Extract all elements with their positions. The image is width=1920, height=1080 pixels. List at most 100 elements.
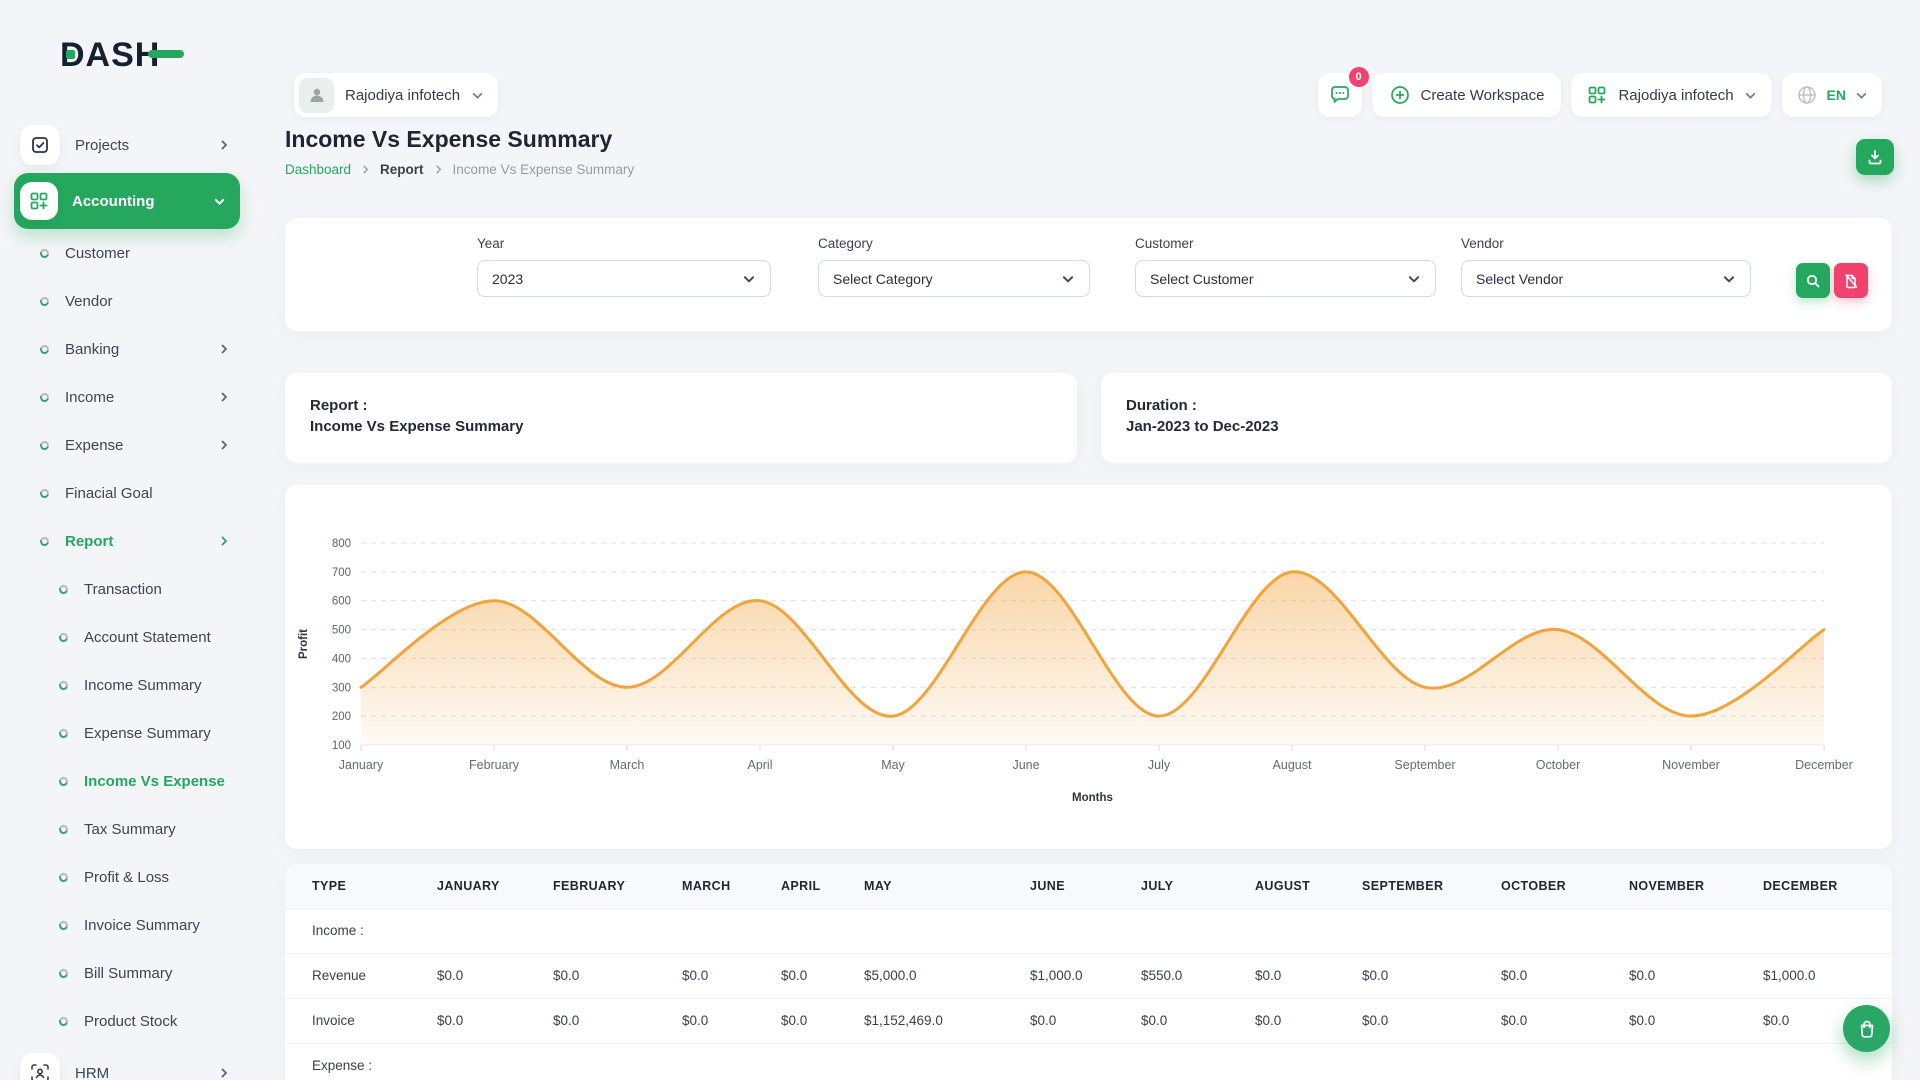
logo-dot-icon <box>66 50 75 59</box>
sidebar-item-bill-summary[interactable]: Bill Summary <box>0 949 246 997</box>
svg-text:500: 500 <box>332 625 351 637</box>
download-button[interactable] <box>1856 139 1894 175</box>
sidebar-item-profit-loss[interactable]: Profit & Loss <box>0 853 246 901</box>
column-header-september: SEPTEMBER <box>1335 864 1474 908</box>
duration-summary-card: Duration : Jan-2023 to Dec-2023 <box>1101 373 1892 463</box>
org-selector[interactable]: Rajodiya infotech <box>1571 73 1771 117</box>
sidebar-item-tax-summary[interactable]: Tax Summary <box>0 805 246 853</box>
donut-icon <box>58 775 70 787</box>
chart-card: 100200300400500600700800JanuaryFebruaryM… <box>285 485 1892 849</box>
report-summary-card: Report : Income Vs Expense Summary <box>285 373 1077 463</box>
sidebar-item-label: Expense Summary <box>84 725 211 742</box>
sidebar-item-income-vs-expense[interactable]: Income Vs Expense <box>0 757 246 805</box>
donut-icon <box>58 823 70 835</box>
sidebar-item-vendor[interactable]: Vendor <box>0 277 246 325</box>
sidebar-item-income[interactable]: Income <box>0 373 246 421</box>
table-section-row: Expense : <box>285 1043 1892 1080</box>
chevron-down-icon <box>1407 272 1421 286</box>
workspace-avatar <box>299 78 334 113</box>
summary-table-card: TYPEJANUARYFEBRUARYMARCHAPRILMAYJUNEJULY… <box>285 864 1892 1080</box>
column-header-february: FEBRUARY <box>526 864 655 908</box>
apply-filter-button[interactable] <box>1796 263 1830 298</box>
svg-text:June: June <box>1012 758 1039 772</box>
sidebar-item-expense[interactable]: Expense <box>0 421 246 469</box>
table-header-row: TYPEJANUARYFEBRUARYMARCHAPRILMAYJUNEJULY… <box>285 864 1892 908</box>
donut-icon <box>58 871 70 883</box>
language-selector[interactable]: EN <box>1782 73 1882 117</box>
chevron-right-icon <box>218 391 230 403</box>
logo-dash-icon <box>148 50 184 58</box>
messenger-button[interactable]: 0 <box>1318 73 1362 117</box>
chevron-down-icon <box>1722 272 1736 286</box>
sidebar-item-label: Tax Summary <box>84 821 176 838</box>
cell-value: $0.0 <box>754 998 837 1043</box>
message-count-badge: 0 <box>1349 67 1369 87</box>
cell-value: $0.0 <box>754 953 837 998</box>
app-logo[interactable]: DASH <box>0 0 246 110</box>
sidebar-item-product-stock[interactable]: Product Stock <box>0 997 246 1045</box>
sidebar-item-invoice-summary[interactable]: Invoice Summary <box>0 901 246 949</box>
x-axis-title: Months <box>1072 792 1113 804</box>
sidebar-item-label: Account Statement <box>84 629 211 646</box>
svg-text:December: December <box>1795 758 1853 772</box>
donut-icon <box>39 295 51 307</box>
chevron-right-icon <box>218 439 230 451</box>
sidebar-item-label: Income Summary <box>84 677 202 694</box>
sidebar-item-label: Bill Summary <box>84 965 172 982</box>
column-header-august: AUGUST <box>1228 864 1335 908</box>
sidebar-item-finacial-goal[interactable]: Finacial Goal <box>0 469 246 517</box>
app-logo-text: DASH <box>60 36 160 75</box>
create-workspace-label: Create Workspace <box>1421 87 1545 104</box>
donut-icon <box>39 343 51 355</box>
sidebar-item-label: Projects <box>75 137 129 154</box>
year-label: Year <box>477 236 771 251</box>
sidebar-item-account-statement[interactable]: Account Statement <box>0 613 246 661</box>
svg-text:800: 800 <box>332 538 351 550</box>
report-card-value: Income Vs Expense Summary <box>310 418 1077 435</box>
vendor-field: Vendor Select Vendor <box>1461 236 1751 297</box>
sidebar-item-banking[interactable]: Banking <box>0 325 246 373</box>
donut-icon <box>58 967 70 979</box>
chart-x-axis: JanuaryFebruaryMarchAprilMayJuneJulyAugu… <box>339 745 1853 772</box>
customer-select[interactable]: Select Customer <box>1135 260 1436 297</box>
chat-bubble-icon <box>1328 83 1352 107</box>
sidebar-item-transaction[interactable]: Transaction <box>0 565 246 613</box>
download-icon <box>1866 148 1884 166</box>
breadcrumb-report[interactable]: Report <box>380 162 424 177</box>
sidebar-item-income-summary[interactable]: Income Summary <box>0 661 246 709</box>
donut-icon <box>39 247 51 259</box>
sidebar-item-accounting[interactable]: Accounting <box>14 173 240 229</box>
breadcrumb-dashboard[interactable]: Dashboard <box>285 162 351 177</box>
sidebar-item-label: Customer <box>65 245 130 262</box>
year-select[interactable]: 2023 <box>477 260 771 297</box>
cell-value: $0.0 <box>410 998 526 1043</box>
sidebar-item-hrm[interactable]: HRM <box>0 1045 246 1080</box>
report-card-title: Report : <box>310 397 1077 414</box>
table-row: Invoice$0.0$0.0$0.0$0.0$1,152,469.0$0.0$… <box>285 998 1892 1043</box>
donut-icon <box>39 439 51 451</box>
sidebar-item-label: Report <box>65 533 113 550</box>
category-label: Category <box>818 236 1090 251</box>
column-header-type: TYPE <box>285 864 410 908</box>
workspace-name: Rajodiya infotech <box>345 87 460 104</box>
create-workspace-button[interactable]: Create Workspace <box>1372 73 1562 117</box>
customer-field: Customer Select Customer <box>1135 236 1436 297</box>
shop-fab-button[interactable] <box>1843 1005 1890 1052</box>
sidebar-item-report[interactable]: Report <box>0 517 246 565</box>
category-select[interactable]: Select Category <box>818 260 1090 297</box>
sidebar-item-expense-summary[interactable]: Expense Summary <box>0 709 246 757</box>
breadcrumb: Dashboard Report Income Vs Expense Summa… <box>285 162 634 177</box>
sidebar: DASH Projects Accounting Customer VendorBan… <box>0 0 246 1080</box>
sidebar-item-customer[interactable]: Customer <box>0 229 246 277</box>
vendor-select[interactable]: Select Vendor <box>1461 260 1751 297</box>
reset-filter-button[interactable] <box>1834 263 1868 298</box>
sidebar-item-projects[interactable]: Projects <box>0 117 246 173</box>
breadcrumb-current: Income Vs Expense Summary <box>453 162 635 177</box>
section-label: Income : <box>285 908 1892 953</box>
sidebar-item-label: Transaction <box>84 581 162 598</box>
cell-value: $0.0 <box>655 953 754 998</box>
svg-text:October: October <box>1536 758 1580 772</box>
svg-text:May: May <box>881 758 905 772</box>
app-root: DASH Projects Accounting Customer VendorBan… <box>0 0 1920 1080</box>
workspace-switcher[interactable]: Rajodiya infotech <box>294 73 498 117</box>
